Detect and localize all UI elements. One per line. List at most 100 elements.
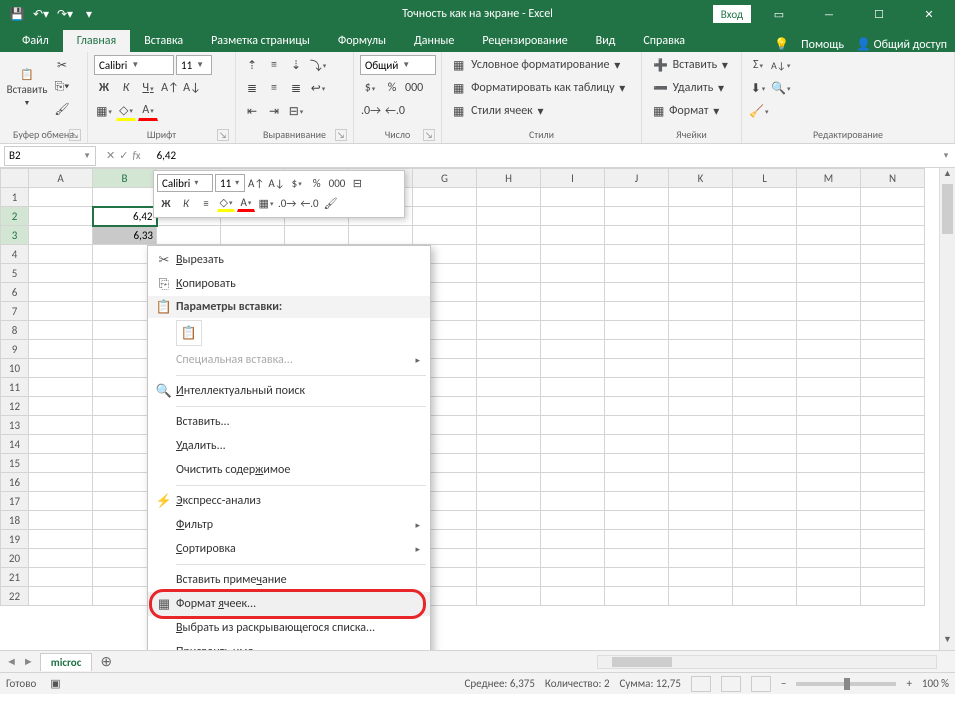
- shrink-font-icon[interactable]: A↓: [182, 78, 202, 98]
- maximize-button[interactable]: ☐: [857, 0, 901, 28]
- cell-F3[interactable]: [349, 226, 413, 245]
- cell-M14[interactable]: [797, 435, 861, 454]
- ctx-cut[interactable]: ✂Вырезать: [148, 248, 430, 272]
- cell-H17[interactable]: [477, 492, 541, 511]
- horizontal-scrollbar[interactable]: [597, 655, 937, 669]
- cell-L19[interactable]: [733, 530, 797, 549]
- cell-K4[interactable]: [669, 245, 733, 264]
- row-header-15[interactable]: 15: [1, 454, 29, 473]
- cell-J11[interactable]: [605, 378, 669, 397]
- row-header-14[interactable]: 14: [1, 435, 29, 454]
- conditional-formatting-button[interactable]: ▦ Условное форматирование ▾: [448, 55, 638, 75]
- alignment-launcher[interactable]: ↘: [335, 129, 347, 141]
- ribbon-options-icon[interactable]: ▭: [757, 0, 801, 28]
- cell-L16[interactable]: [733, 473, 797, 492]
- cell-H14[interactable]: [477, 435, 541, 454]
- cell-H9[interactable]: [477, 340, 541, 359]
- mini-dec-decimal-icon[interactable]: ←.0: [299, 194, 319, 212]
- cell-B3[interactable]: 6,33: [93, 226, 157, 245]
- cell-J12[interactable]: [605, 397, 669, 416]
- cell-J3[interactable]: [605, 226, 669, 245]
- cell-I13[interactable]: [541, 416, 605, 435]
- row-header-7[interactable]: 7: [1, 302, 29, 321]
- cell-M10[interactable]: [797, 359, 861, 378]
- cell-L9[interactable]: [733, 340, 797, 359]
- ctx-quick-analysis[interactable]: ⚡Экспресс-анализ: [148, 489, 430, 513]
- cell-K3[interactable]: [669, 226, 733, 245]
- number-format-select[interactable]: Общий▼: [360, 55, 436, 75]
- tab-formulas[interactable]: Формулы: [324, 30, 400, 52]
- cell-H18[interactable]: [477, 511, 541, 530]
- tab-help[interactable]: Справка: [629, 30, 699, 52]
- cell-H4[interactable]: [477, 245, 541, 264]
- cell-N16[interactable]: [861, 473, 925, 492]
- cell-L12[interactable]: [733, 397, 797, 416]
- cell-K8[interactable]: [669, 321, 733, 340]
- tab-home[interactable]: Главная: [63, 30, 130, 52]
- italic-button[interactable]: К: [116, 78, 136, 98]
- cell-N1[interactable]: [861, 188, 925, 207]
- cell-A14[interactable]: [29, 435, 93, 454]
- cell-N4[interactable]: [861, 245, 925, 264]
- clipboard-launcher[interactable]: ↘: [69, 129, 81, 141]
- tell-me-icon[interactable]: 💡: [774, 37, 789, 52]
- ctx-delete[interactable]: Удалить...: [148, 434, 430, 458]
- mini-fill-color-icon[interactable]: ◇: [217, 194, 235, 212]
- cell-N21[interactable]: [861, 568, 925, 587]
- sheet-tab-active[interactable]: microс: [40, 653, 93, 671]
- row-header-1[interactable]: 1: [1, 188, 29, 207]
- cell-H8[interactable]: [477, 321, 541, 340]
- cell-L11[interactable]: [733, 378, 797, 397]
- align-middle-icon[interactable]: ≡: [264, 55, 284, 75]
- cell-I19[interactable]: [541, 530, 605, 549]
- tab-data[interactable]: Данные: [400, 30, 468, 52]
- minimize-button[interactable]: —: [807, 0, 851, 28]
- col-header-N[interactable]: N: [861, 169, 925, 188]
- cell-H16[interactable]: [477, 473, 541, 492]
- paste-default-icon[interactable]: 📋: [176, 320, 202, 346]
- cell-A20[interactable]: [29, 549, 93, 568]
- cell-I17[interactable]: [541, 492, 605, 511]
- fx-icon[interactable]: fx: [132, 149, 140, 162]
- enter-formula-icon[interactable]: ✓: [119, 149, 128, 162]
- cell-L8[interactable]: [733, 321, 797, 340]
- cell-M5[interactable]: [797, 264, 861, 283]
- cell-B1[interactable]: [93, 188, 157, 207]
- cell-H12[interactable]: [477, 397, 541, 416]
- cell-A11[interactable]: [29, 378, 93, 397]
- mini-bold-button[interactable]: Ж: [157, 194, 175, 212]
- normal-view-button[interactable]: [691, 676, 711, 692]
- cell-I7[interactable]: [541, 302, 605, 321]
- cell-I15[interactable]: [541, 454, 605, 473]
- cell-H10[interactable]: [477, 359, 541, 378]
- row-header-22[interactable]: 22: [1, 587, 29, 606]
- cell-A3[interactable]: [29, 226, 93, 245]
- cell-J18[interactable]: [605, 511, 669, 530]
- row-header-16[interactable]: 16: [1, 473, 29, 492]
- cell-J8[interactable]: [605, 321, 669, 340]
- cell-J4[interactable]: [605, 245, 669, 264]
- cell-J13[interactable]: [605, 416, 669, 435]
- cell-K16[interactable]: [669, 473, 733, 492]
- cell-N3[interactable]: [861, 226, 925, 245]
- cell-H13[interactable]: [477, 416, 541, 435]
- cell-A18[interactable]: [29, 511, 93, 530]
- fill-color-icon[interactable]: ◇: [116, 101, 136, 121]
- row-header-9[interactable]: 9: [1, 340, 29, 359]
- tab-review[interactable]: Рецензирование: [468, 30, 581, 52]
- cell-A2[interactable]: [29, 207, 93, 226]
- cell-I3[interactable]: [541, 226, 605, 245]
- cell-N11[interactable]: [861, 378, 925, 397]
- row-header-3[interactable]: 3: [1, 226, 29, 245]
- cell-N14[interactable]: [861, 435, 925, 454]
- cell-I11[interactable]: [541, 378, 605, 397]
- align-right-icon[interactable]: ≣: [286, 78, 306, 98]
- select-all-corner[interactable]: [1, 169, 29, 188]
- mini-size-select[interactable]: 11▾: [215, 174, 245, 192]
- ctx-pick-from-list[interactable]: Выбрать из раскрывающегося списка...: [148, 616, 430, 640]
- mini-comma-icon[interactable]: 000: [328, 174, 347, 192]
- format-painter-icon[interactable]: 🖌: [52, 99, 72, 119]
- cell-I8[interactable]: [541, 321, 605, 340]
- col-header-I[interactable]: I: [541, 169, 605, 188]
- cell-M12[interactable]: [797, 397, 861, 416]
